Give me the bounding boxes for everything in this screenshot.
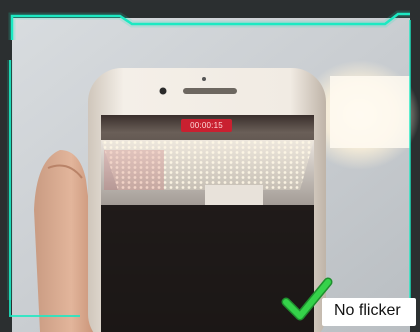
product-photo: 00:00:15 No flicker [0,0,420,332]
photo-scene [0,0,420,332]
recording-timer: 00:00:15 [190,121,223,130]
caption-label: No flicker [334,302,401,319]
